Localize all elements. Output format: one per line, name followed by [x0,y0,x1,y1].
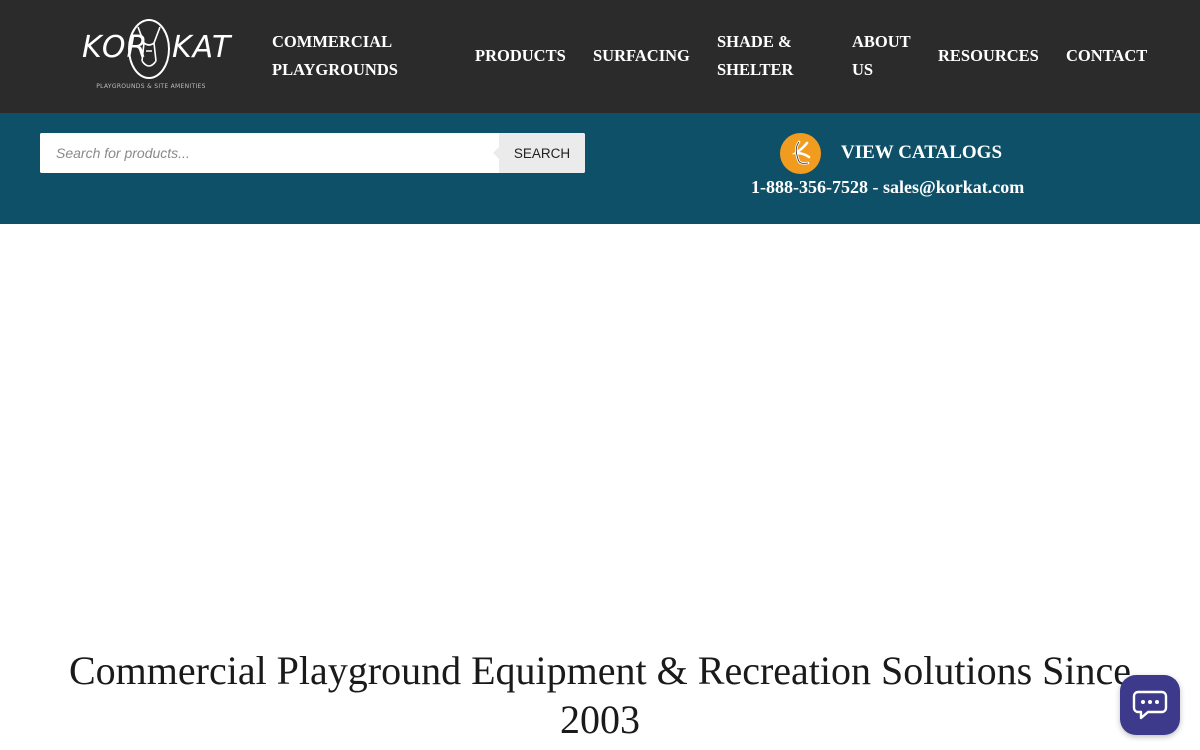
nav-label-line1: COMMERCIAL [272,32,393,51]
nav-item-contact[interactable]: CONTACT [1066,42,1147,70]
nav-label-line2: PLAYGROUNDS [272,60,398,79]
search-input[interactable] [40,133,499,173]
nav-label-line1: SHADE & [717,32,792,51]
nav-label-line1: CONTACT [1066,46,1148,65]
korkat-k-badge-icon [780,132,821,174]
nav-item-resources[interactable]: RESOURCES [938,42,1039,70]
nav-label-line1: RESOURCES [938,46,1039,65]
view-catalogs-link[interactable]: VIEW CATALOGS [780,132,1003,174]
hero-title: Commercial Playground Equipment & Recrea… [68,648,1132,742]
nav-item-surfacing[interactable]: SURFACING [593,42,690,70]
logo-text-kat: KAT [172,30,232,65]
view-catalogs-label: VIEW CATALOGS [841,142,1003,163]
search-button[interactable]: SEARCH [493,133,585,173]
utility-bar: SEARCH VIEW CATALOGS 1-888-356-7528 - sa… [0,113,1200,224]
nav-label-line1: SURFACING [593,46,690,65]
chat-widget-button[interactable] [1120,675,1180,735]
logo-oval-figure-icon [128,19,170,79]
nav-item-shade-shelter[interactable]: SHADE & SHELTER [717,28,793,84]
nav-label-line1: ABOUT [852,32,911,51]
chat-bubble-icon [1132,690,1168,720]
nav-label-line1: PRODUCTS [475,46,566,65]
nav-label-line2: SHELTER [717,60,794,79]
top-navigation-bar: KOR KAT PLAYGROUNDS & SITE AMENITIES COM… [0,0,1200,113]
nav-item-commercial-playgrounds[interactable]: COMMERCIAL PLAYGROUNDS [272,28,398,84]
nav-item-products[interactable]: PRODUCTS [475,42,566,70]
nav-item-about-us[interactable]: ABOUT US [852,28,911,84]
logo-figure-icon [137,26,161,67]
logo-wordmark: KOR KAT [80,18,230,80]
product-search-form: SEARCH [40,133,585,173]
contact-phone-email[interactable]: 1-888-356-7528 - sales@korkat.com [751,177,1024,198]
korkat-logo[interactable]: KOR KAT PLAYGROUNDS & SITE AMENITIES [76,18,230,96]
nav-label-line2: US [852,60,874,79]
logo-tagline: PLAYGROUNDS & SITE AMENITIES [96,83,206,90]
